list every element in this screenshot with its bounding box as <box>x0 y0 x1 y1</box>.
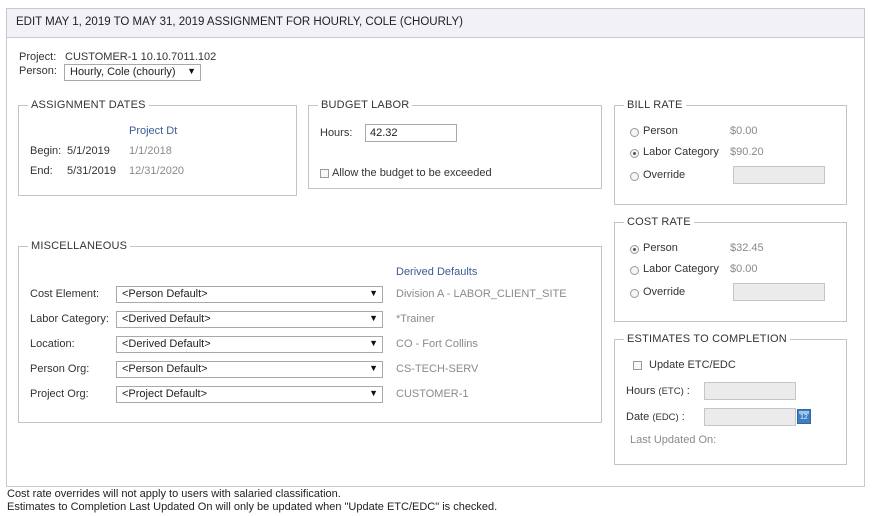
begin-label: Begin: <box>30 145 62 157</box>
cost-rate-person-value: $32.45 <box>730 242 764 254</box>
bill-rate-labor-category-radio[interactable] <box>630 149 639 158</box>
edc-date-suffix: (EDC) <box>652 412 679 423</box>
cost-rate-note: Cost rate overrides will not apply to us… <box>7 488 341 500</box>
project-org-label: Project Org: <box>30 388 89 400</box>
labor-category-select-value: <Derived Default> <box>122 313 211 325</box>
edc-date-label-text: Date <box>626 411 650 423</box>
cost-rate-override-radio[interactable] <box>630 289 639 298</box>
bill-rate-override-radio[interactable] <box>630 172 639 181</box>
labor-category-select[interactable]: <Derived Default> ▼ <box>116 311 383 328</box>
edc-date-colon: : <box>681 411 685 423</box>
etc-note: Estimates to Completion Last Updated On … <box>7 501 498 513</box>
calendar-icon-day: 12 <box>800 414 808 421</box>
person-select[interactable]: Hourly, Cole (chourly) ▼ <box>64 64 201 81</box>
chevron-down-icon: ▼ <box>369 288 378 298</box>
update-etc-label: Update ETC/EDC <box>649 359 736 371</box>
cost-rate-labor-category-radio[interactable] <box>630 266 639 275</box>
cost-rate-legend: COST RATE <box>627 216 691 228</box>
cost-element-select[interactable]: <Person Default> ▼ <box>116 286 383 303</box>
etc-hours-input[interactable] <box>704 382 796 400</box>
project-org-derived: CUSTOMER-1 <box>396 388 469 400</box>
cost-element-label: Cost Element: <box>30 288 100 300</box>
edc-date-input[interactable] <box>704 408 796 426</box>
budget-hours-input[interactable]: 42.32 <box>365 124 457 142</box>
cost-element-select-value: <Person Default> <box>122 288 208 300</box>
calendar-icon[interactable]: 12 <box>797 409 811 424</box>
dialog-title: EDIT MAY 1, 2019 TO MAY 31, 2019 ASSIGNM… <box>7 9 864 38</box>
begin-date: 5/1/2019 <box>67 145 110 157</box>
project-label: Project: <box>19 51 57 63</box>
bill-rate-labor-category-label: Labor Category <box>643 146 719 158</box>
bill-rate-legend: BILL RATE <box>627 99 683 111</box>
derived-defaults-header: Derived Defaults <box>396 266 478 278</box>
etc-hours-label-text: Hours <box>626 385 656 397</box>
begin-project-date: 1/1/2018 <box>129 145 172 157</box>
assignment-dialog: EDIT MAY 1, 2019 TO MAY 31, 2019 ASSIGNM… <box>6 8 865 487</box>
bill-rate-labor-category-value: $90.20 <box>730 146 764 158</box>
budget-labor-legend: BUDGET LABOR <box>321 99 410 111</box>
etc-hours-colon: : <box>686 385 690 397</box>
update-etc-checkbox[interactable] <box>633 361 642 370</box>
location-select[interactable]: <Derived Default> ▼ <box>116 336 383 353</box>
labor-category-label: Labor Category: <box>30 313 109 325</box>
person-org-select[interactable]: <Person Default> ▼ <box>116 361 383 378</box>
cost-rate-person-radio[interactable] <box>630 245 639 254</box>
edc-date-label: Date (EDC) : <box>626 411 685 423</box>
person-org-select-value: <Person Default> <box>122 363 208 375</box>
person-label: Person: <box>19 65 57 77</box>
cost-rate-labor-category-label: Labor Category <box>643 263 719 275</box>
project-dt-header: Project Dt <box>129 125 178 137</box>
assignment-dates-legend: ASSIGNMENT DATES <box>31 99 146 111</box>
location-label: Location: <box>30 338 75 350</box>
bill-rate-person-radio[interactable] <box>630 128 639 137</box>
bill-rate-override-label: Override <box>643 169 686 181</box>
chevron-down-icon: ▼ <box>369 388 378 398</box>
end-date: 5/31/2019 <box>67 165 116 177</box>
chevron-down-icon: ▼ <box>369 363 378 373</box>
cost-rate-override-input[interactable] <box>733 283 825 301</box>
cost-rate-person-label: Person <box>643 242 678 254</box>
hours-label: Hours: <box>320 127 353 139</box>
allow-exceed-label: Allow the budget to be exceeded <box>332 167 492 179</box>
project-value: CUSTOMER-1 10.10.7011.102 <box>65 51 217 63</box>
project-org-select[interactable]: <Project Default> ▼ <box>116 386 383 403</box>
etc-legend: ESTIMATES TO COMPLETION <box>627 333 787 345</box>
etc-hours-label: Hours (ETC) : <box>626 385 690 397</box>
end-label: End: <box>30 165 53 177</box>
labor-category-derived: *Trainer <box>396 313 435 325</box>
chevron-down-icon: ▼ <box>187 66 196 76</box>
bill-rate-override-input[interactable] <box>733 166 825 184</box>
bill-rate-person-label: Person <box>643 125 678 137</box>
cost-rate-override-label: Override <box>643 286 686 298</box>
chevron-down-icon: ▼ <box>369 338 378 348</box>
person-org-label: Person Org: <box>30 363 90 375</box>
end-project-date: 12/31/2020 <box>129 165 185 177</box>
cost-element-derived: Division A - LABOR_CLIENT_SITE <box>396 288 567 300</box>
person-select-value: Hourly, Cole (chourly) <box>70 66 176 78</box>
project-org-select-value: <Project Default> <box>122 388 207 400</box>
etc-hours-suffix: (ETC) <box>658 386 684 397</box>
last-updated-label: Last Updated On: <box>630 434 717 446</box>
miscellaneous-legend: MISCELLANEOUS <box>31 240 128 252</box>
cost-rate-labor-category-value: $0.00 <box>730 263 758 275</box>
bill-rate-person-value: $0.00 <box>730 125 758 137</box>
person-org-derived: CS-TECH-SERV <box>396 363 479 375</box>
chevron-down-icon: ▼ <box>369 313 378 323</box>
location-derived: CO - Fort Collins <box>396 338 478 350</box>
location-select-value: <Derived Default> <box>122 338 211 350</box>
allow-exceed-checkbox[interactable] <box>320 169 329 178</box>
